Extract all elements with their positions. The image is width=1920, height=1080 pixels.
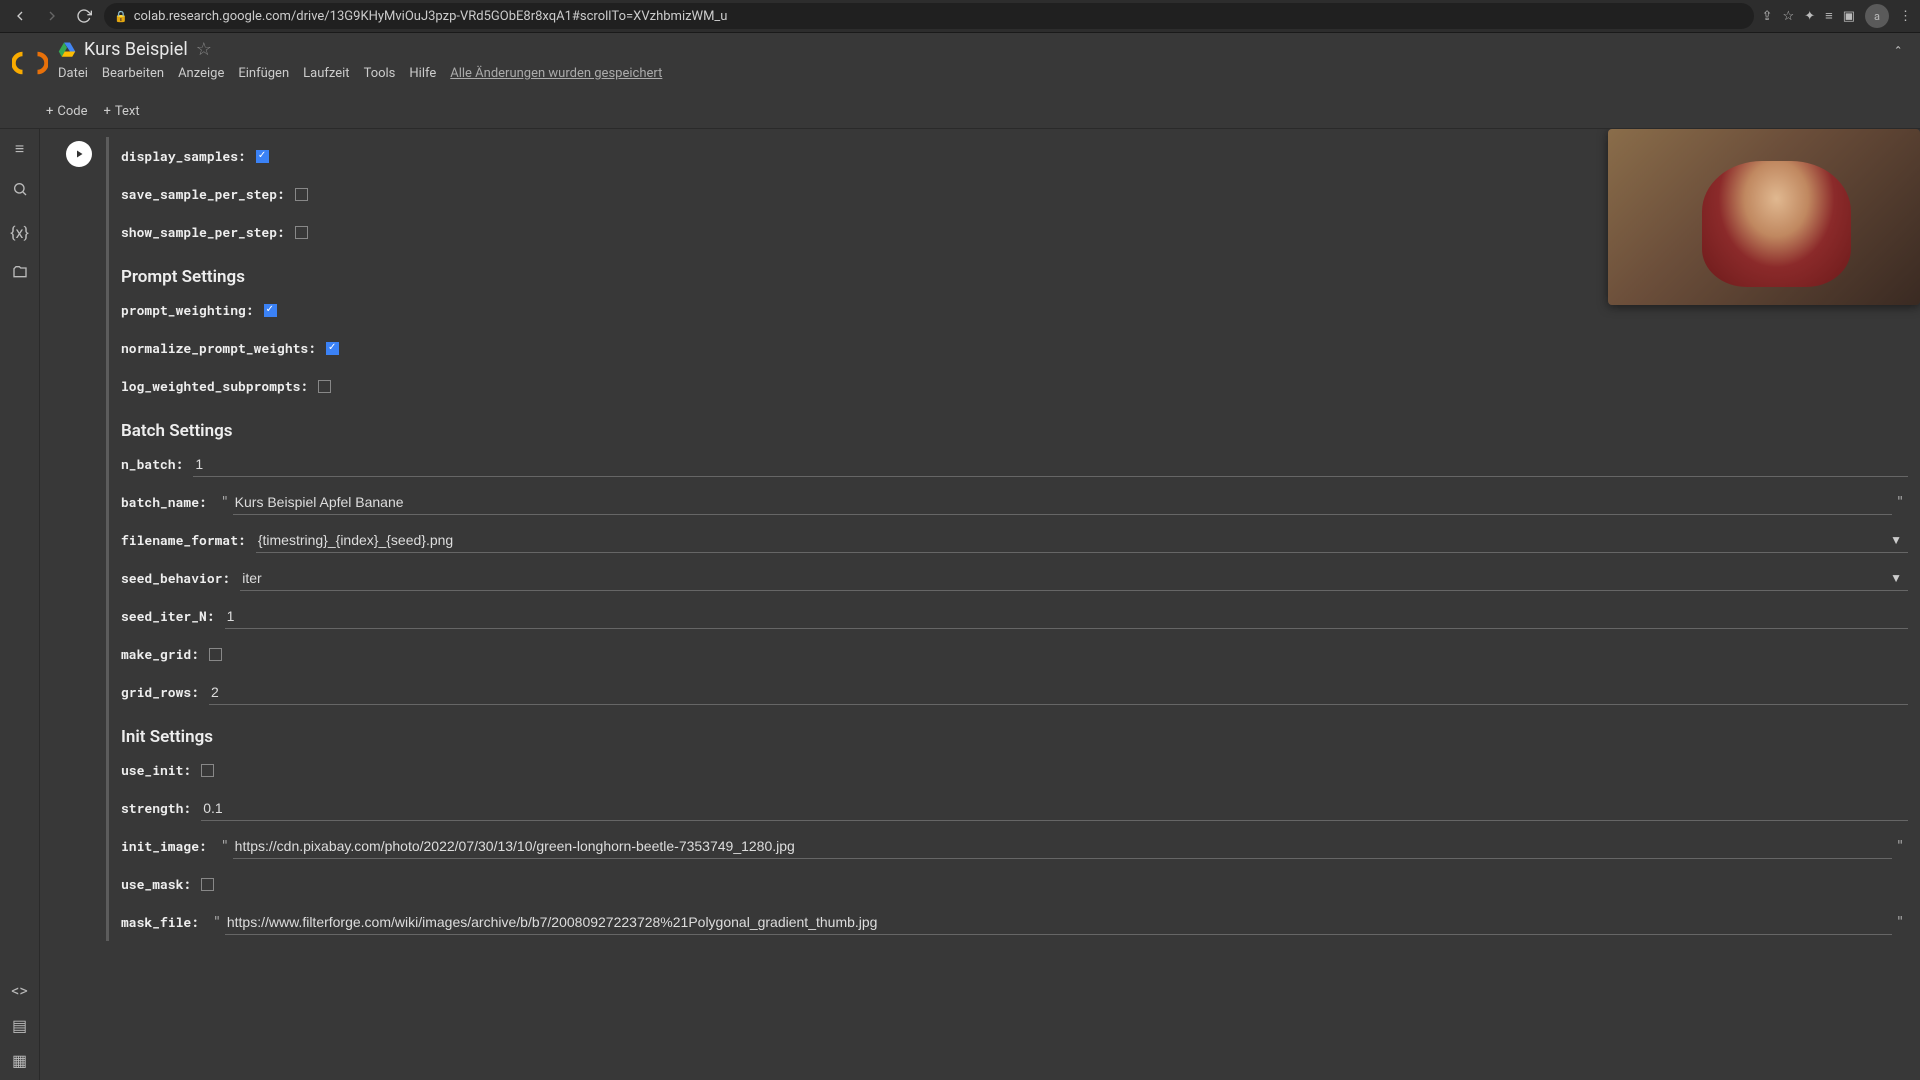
browser-menu-icon[interactable]: ⋮: [1899, 9, 1912, 24]
save-status[interactable]: Alle Änderungen wurden gespeichert: [450, 66, 662, 81]
colab-header: Kurs Beispiel ☆ Datei Bearbeiten Anzeige…: [0, 33, 1920, 95]
readinglist-icon[interactable]: ≡: [1825, 8, 1833, 24]
label-use-mask: use_mask:: [121, 875, 191, 893]
back-button[interactable]: [8, 4, 32, 28]
label-mask-file: mask_file:: [121, 913, 199, 931]
menu-datei[interactable]: Datei: [58, 66, 88, 81]
menu-hilfe[interactable]: Hilfe: [409, 66, 436, 81]
label-display-samples: display_samples:: [121, 147, 246, 165]
label-normalize-prompt-weights: normalize_prompt_weights:: [121, 339, 316, 357]
quote-open: ": [209, 915, 225, 930]
label-seed-iter-n: seed_iter_N:: [121, 607, 215, 625]
quote-open: ": [217, 495, 233, 510]
document-title[interactable]: Kurs Beispiel: [84, 39, 188, 60]
quote-open: ": [217, 839, 233, 854]
lock-icon: 🔒: [114, 10, 128, 23]
menu-bearbeiten[interactable]: Bearbeiten: [102, 66, 164, 81]
chevron-down-icon[interactable]: ▼: [1884, 533, 1908, 547]
label-grid-rows: grid_rows:: [121, 683, 199, 701]
checkbox-make-grid[interactable]: [209, 648, 222, 661]
label-batch-name: batch_name:: [121, 493, 207, 511]
left-rail: ≡ {x} <> ▤ ▦: [0, 129, 40, 1080]
menu-einfuegen[interactable]: Einfügen: [238, 66, 289, 81]
terminal-icon[interactable]: ▤: [10, 1016, 30, 1035]
chevron-down-icon[interactable]: ▼: [1884, 571, 1908, 585]
search-icon[interactable]: [10, 181, 30, 201]
heading-batch-settings: Batch Settings: [121, 421, 1908, 441]
bookmark-icon[interactable]: ☆: [1783, 9, 1795, 24]
share-icon[interactable]: ⇪: [1762, 9, 1773, 24]
colab-logo[interactable]: [12, 45, 48, 81]
menu-laufzeit[interactable]: Laufzeit: [303, 66, 349, 81]
forward-button[interactable]: [40, 4, 64, 28]
add-code-button[interactable]: +Code: [46, 104, 88, 119]
input-batch-name[interactable]: [233, 490, 1893, 515]
run-cell-button[interactable]: [66, 141, 92, 167]
extensions-icon[interactable]: ✦: [1804, 9, 1815, 24]
input-init-image[interactable]: [233, 834, 1893, 859]
checkbox-display-samples[interactable]: [256, 150, 269, 163]
url-text: colab.research.google.com/drive/13G9KHyM…: [134, 9, 728, 24]
select-seed-behavior[interactable]: [240, 566, 1884, 590]
star-icon[interactable]: ☆: [196, 39, 212, 60]
plus-icon: +: [104, 104, 111, 119]
label-filename-format: filename_format:: [121, 531, 246, 549]
input-strength[interactable]: [201, 796, 1908, 821]
select-filename-format[interactable]: [256, 528, 1884, 552]
label-use-init: use_init:: [121, 761, 191, 779]
url-bar[interactable]: 🔒 colab.research.google.com/drive/13G9KH…: [104, 3, 1754, 29]
command-icon[interactable]: ▦: [10, 1051, 30, 1070]
notebook-content[interactable]: display_samples: save_sample_per_step: s…: [40, 129, 1920, 1080]
webcam-overlay: [1608, 129, 1920, 305]
quote-close: ": [1892, 915, 1908, 930]
variables-icon[interactable]: {x}: [10, 223, 30, 242]
checkbox-save-sample-per-step[interactable]: [295, 188, 308, 201]
checkbox-show-sample-per-step[interactable]: [295, 226, 308, 239]
panel-icon[interactable]: ▣: [1843, 9, 1855, 24]
checkbox-prompt-weighting[interactable]: [264, 304, 277, 317]
input-mask-file[interactable]: [225, 910, 1892, 935]
label-save-sample-per-step: save_sample_per_step:: [121, 185, 285, 203]
label-init-image: init_image:: [121, 837, 207, 855]
input-grid-rows[interactable]: [209, 680, 1908, 705]
label-prompt-weighting: prompt_weighting:: [121, 301, 254, 319]
browser-actions: ⇪ ☆ ✦ ≡ ▣ a ⋮: [1762, 4, 1912, 28]
input-seed-iter-n[interactable]: [225, 604, 1908, 629]
label-log-weighted-subprompts: log_weighted_subprompts:: [121, 377, 308, 395]
snippets-icon[interactable]: <>: [10, 981, 30, 1000]
profile-avatar[interactable]: a: [1865, 4, 1889, 28]
heading-init-settings: Init Settings: [121, 727, 1908, 747]
quote-close: ": [1892, 839, 1908, 854]
input-n-batch[interactable]: [193, 452, 1908, 477]
label-make-grid: make_grid:: [121, 645, 199, 663]
reload-button[interactable]: [72, 4, 96, 28]
menu-tools[interactable]: Tools: [364, 66, 396, 81]
label-show-sample-per-step: show_sample_per_step:: [121, 223, 285, 241]
plus-icon: +: [46, 104, 53, 119]
menu-anzeige[interactable]: Anzeige: [178, 66, 224, 81]
toc-icon[interactable]: ≡: [10, 139, 30, 159]
checkbox-normalize-prompt-weights[interactable]: [326, 342, 339, 355]
menu-bar: Datei Bearbeiten Anzeige Einfügen Laufze…: [58, 66, 662, 81]
checkbox-use-init[interactable]: [201, 764, 214, 777]
checkbox-log-weighted-subprompts[interactable]: [318, 380, 331, 393]
collapse-header-icon[interactable]: ˆ: [1894, 43, 1902, 62]
toolbar: +Code +Text: [0, 95, 1920, 129]
label-n-batch: n_batch:: [121, 455, 183, 473]
label-seed-behavior: seed_behavior:: [121, 569, 230, 587]
add-text-button[interactable]: +Text: [104, 104, 140, 119]
quote-close: ": [1892, 495, 1908, 510]
browser-bar: 🔒 colab.research.google.com/drive/13G9KH…: [0, 0, 1920, 33]
drive-icon: [58, 41, 76, 59]
label-strength: strength:: [121, 799, 191, 817]
checkbox-use-mask[interactable]: [201, 878, 214, 891]
files-icon[interactable]: [10, 264, 30, 284]
